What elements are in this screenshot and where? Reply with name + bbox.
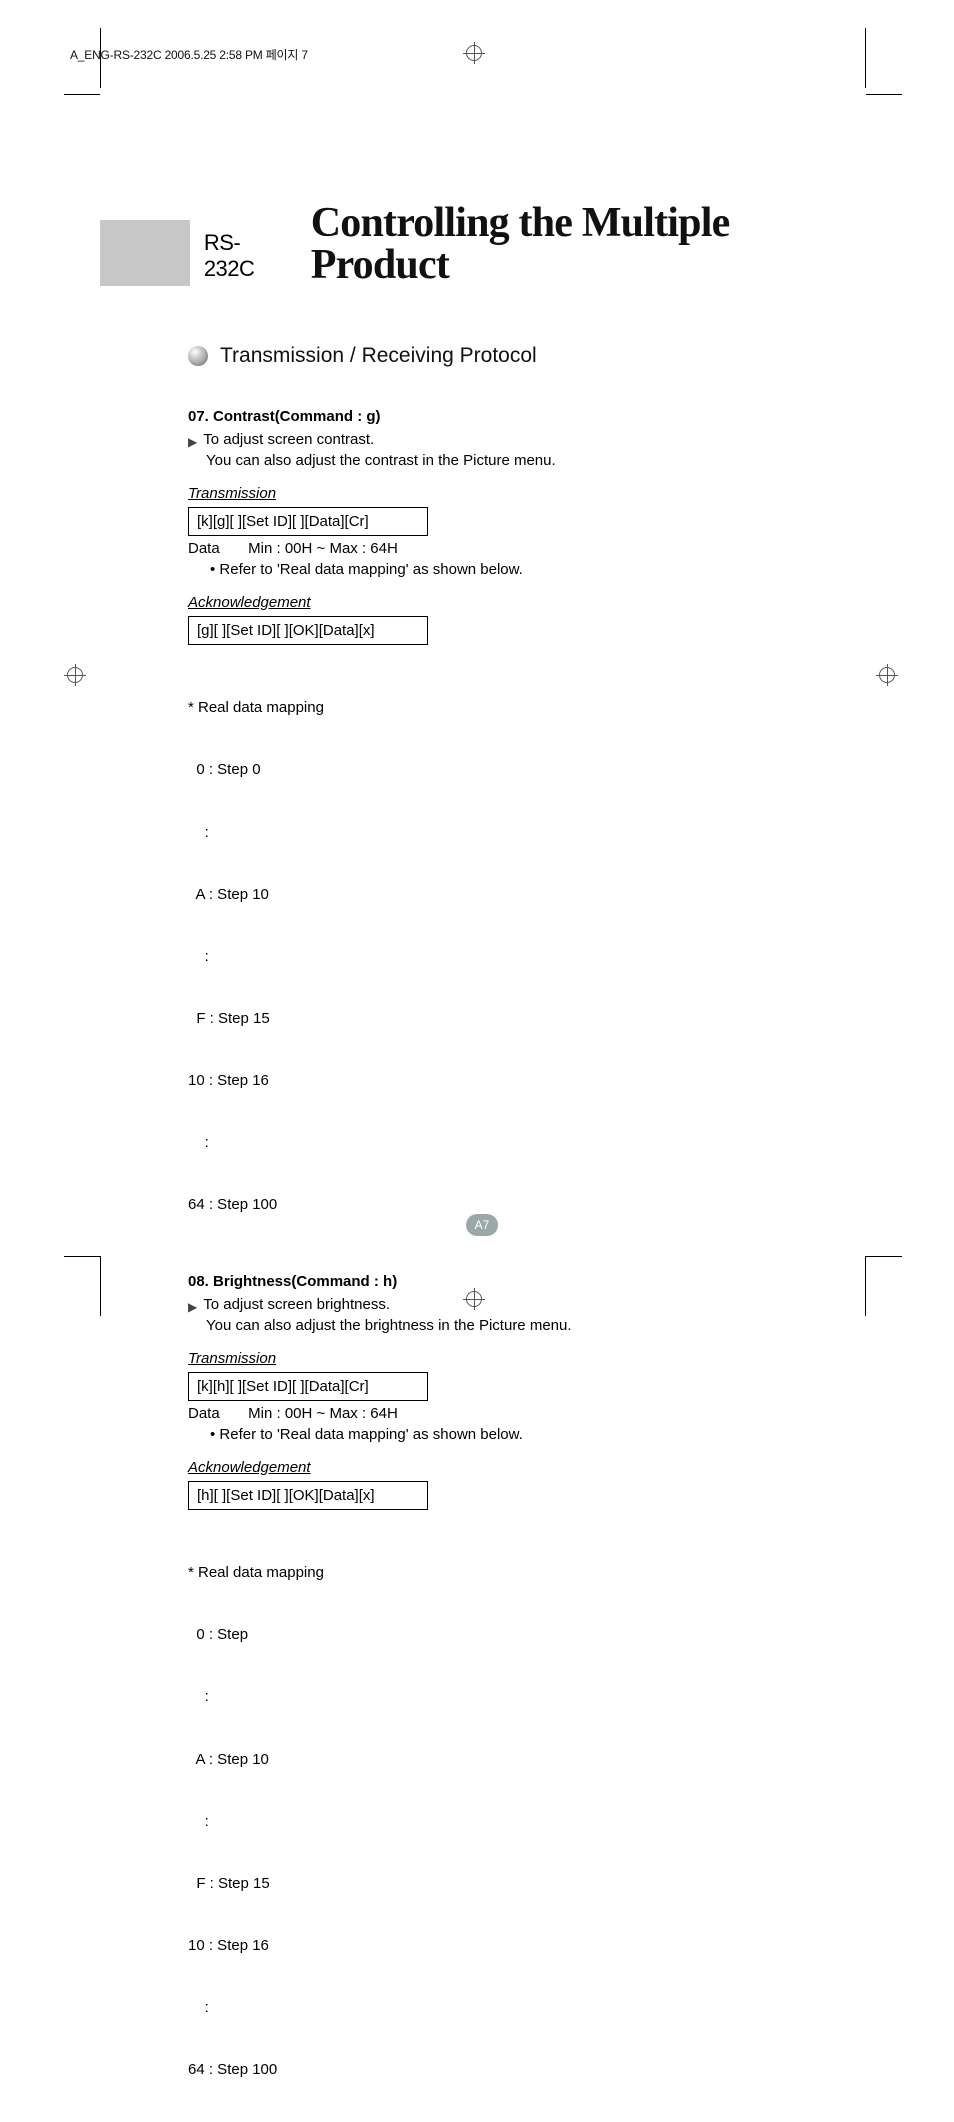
ack-command-box: [g][ ][Set ID][ ][OK][Data][x] [188,616,428,645]
ack-label: Acknowledgement [188,1457,864,1478]
command-07-heading: 07. Contrast(Command : g) [188,406,864,427]
crop-mark [865,28,866,88]
mapping-line: 0 : Step 0 [188,760,864,781]
mapping-line: 10 : Step 16 [188,1071,864,1092]
crop-mark [866,1256,902,1257]
real-data-mapping-08: * Real data mapping 0 : Step : A : Step … [188,1522,864,2122]
mapping-line: 10 : Step 16 [188,1936,864,1957]
command-08-desc-1: ▶ To adjust screen brightness. [188,1294,864,1315]
crop-mark [64,1256,100,1257]
page-title-row: RS-232C Controlling the Multiple Product [100,202,864,286]
sphere-bullet-icon [188,346,208,366]
page-number-badge: A7 [466,1214,498,1236]
data-range: Min : 00H ~ Max : 64H [248,1405,398,1422]
command-08-desc-2: You can also adjust the brightness in th… [188,1315,864,1336]
mapping-title: * Real data mapping [188,698,864,719]
mapping-line: : [188,823,864,844]
triangle-bullet-icon: ▶ [188,434,197,451]
registration-target-icon [876,664,898,686]
mapping-line: A : Step 10 [188,1750,864,1771]
crop-mark [866,94,902,95]
mapping-line: F : Step 15 [188,1009,864,1030]
mapping-line: 64 : Step 100 [188,2060,864,2081]
mapping-line: : [188,1812,864,1833]
crop-mark [865,1256,866,1316]
real-data-mapping-07: * Real data mapping 0 : Step 0 : A : Ste… [188,657,864,1257]
data-note: • Refer to 'Real data mapping' as shown … [188,559,864,580]
command-07-desc-1-text: To adjust screen contrast. [203,429,374,450]
data-note: • Refer to 'Real data mapping' as shown … [188,1424,864,1445]
title-accent-bar [100,220,190,286]
mapping-line: 64 : Step 100 [188,1195,864,1216]
transmission-command-box: [k][h][ ][Set ID][ ][Data][Cr] [188,1372,428,1401]
data-range-line: Data Min : 00H ~ Max : 64H [188,538,864,559]
data-range-line: Data Min : 00H ~ Max : 64H [188,1403,864,1424]
title-pretitle: RS-232C [204,230,289,286]
data-label: Data [188,538,244,559]
mapping-line: : [188,1687,864,1708]
section-header-text: Transmission / Receiving Protocol [220,344,537,368]
command-07-desc-2: You can also adjust the contrast in the … [188,450,864,471]
mapping-line: 0 : Step [188,1625,864,1646]
command-07-desc-1: ▶ To adjust screen contrast. [188,429,864,450]
registration-target-icon [463,42,485,64]
transmission-command-box: [k][g][ ][Set ID][ ][Data][Cr] [188,507,428,536]
mapping-line: : [188,1133,864,1154]
page-content: RS-232C Controlling the Multiple Product… [100,96,864,1256]
ack-command-box: [h][ ][Set ID][ ][OK][Data][x] [188,1481,428,1510]
transmission-label: Transmission [188,483,864,504]
data-label: Data [188,1403,244,1424]
registration-target-icon [64,664,86,686]
transmission-label: Transmission [188,1348,864,1369]
crop-mark [64,94,100,95]
protocol-section-header: Transmission / Receiving Protocol [188,344,864,368]
mapping-line: : [188,947,864,968]
triangle-bullet-icon: ▶ [188,1299,197,1316]
mapping-line: A : Step 10 [188,885,864,906]
data-range: Min : 00H ~ Max : 64H [248,540,398,557]
mapping-title: * Real data mapping [188,1563,864,1584]
mapping-line: F : Step 15 [188,1874,864,1895]
mapping-line: : [188,1998,864,2019]
file-header-strip: A_ENG-RS-232C 2006.5.25 2:58 PM 페이지 7 [70,46,308,63]
crop-mark [100,1256,101,1316]
page-title: Controlling the Multiple Product [311,202,864,286]
command-08-desc-1-text: To adjust screen brightness. [203,1294,390,1315]
ack-label: Acknowledgement [188,592,864,613]
command-08-heading: 08. Brightness(Command : h) [188,1271,864,1292]
